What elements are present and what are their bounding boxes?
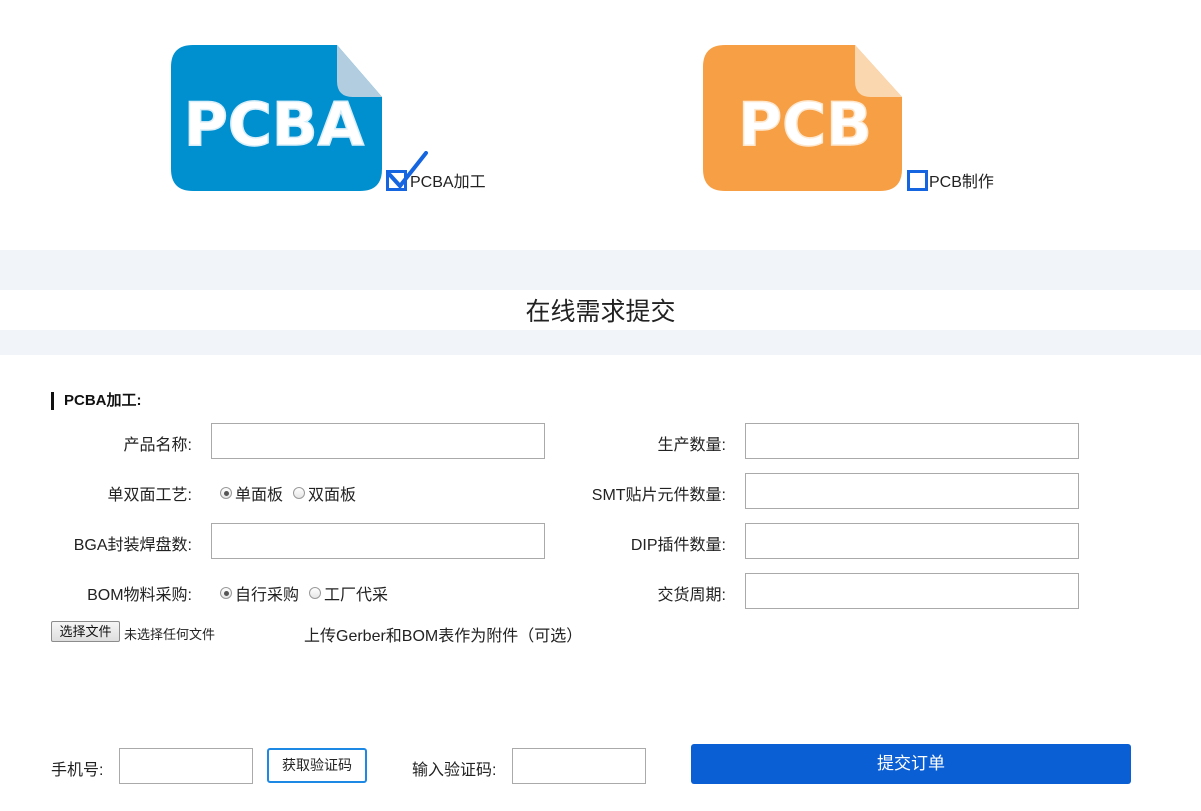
file-status-text: 未选择任何文件 xyxy=(124,627,216,642)
process-option-double[interactable]: 双面板 xyxy=(293,481,356,505)
bom-label: BOM物料采购: xyxy=(87,587,192,604)
pcb-service-label: PCB制作 xyxy=(929,174,994,191)
quantity-input[interactable] xyxy=(745,423,1079,459)
product-name-input[interactable] xyxy=(211,423,545,459)
smt-count-input[interactable] xyxy=(745,473,1079,509)
bom-option-self[interactable]: 自行采购 xyxy=(220,581,299,605)
bga-count-label: BGA封装焊盘数: xyxy=(73,537,192,554)
radio-button[interactable] xyxy=(220,487,232,499)
bom-radio-group: 自行采购 工厂代采 xyxy=(220,581,398,605)
dip-count-input[interactable] xyxy=(745,523,1079,559)
bom-option-factory[interactable]: 工厂代采 xyxy=(309,581,388,605)
process-option-single[interactable]: 单面板 xyxy=(220,481,283,505)
quantity-label: 生产数量: xyxy=(657,437,726,454)
phone-label: 手机号: xyxy=(51,762,104,779)
section-title: 在线需求提交 xyxy=(525,298,676,326)
pcb-service-checkbox[interactable]: PCB制作 xyxy=(907,168,994,192)
form-group-title: PCBA加工: xyxy=(51,392,142,410)
checkmark-icon xyxy=(388,150,428,189)
pcb-logo-text: PCB xyxy=(738,90,872,160)
pcba-service-checkbox[interactable]: PCBA加工 xyxy=(386,150,486,192)
radio-button[interactable] xyxy=(293,487,306,499)
smt-count-label: SMT贴片元件数量: xyxy=(591,487,726,504)
dip-count-label: DIP插件数量: xyxy=(630,537,726,554)
process-radio-group: 单面板 双面板 xyxy=(220,481,366,505)
divider-band xyxy=(0,330,1201,355)
submit-order-button[interactable]: 提交订单 xyxy=(691,744,1131,784)
radio-button[interactable] xyxy=(220,587,232,599)
radio-button[interactable] xyxy=(309,587,322,599)
choose-file-button[interactable]: 选择文件 xyxy=(51,621,120,642)
pcba-service-card[interactable]: PCBA xyxy=(171,45,382,191)
pcb-logo-icon: PCB xyxy=(703,45,902,191)
product-name-label: 产品名称: xyxy=(123,437,192,454)
code-label: 输入验证码: xyxy=(412,762,497,779)
phone-input[interactable] xyxy=(119,748,253,784)
delivery-label: 交货周期: xyxy=(657,587,726,604)
pcba-logo-icon: PCBA xyxy=(171,45,382,191)
checkbox-box[interactable] xyxy=(386,150,428,191)
checkbox-box[interactable] xyxy=(907,169,928,191)
upload-hint: 上传Gerber和BOM表作为附件（可选） xyxy=(304,628,583,645)
get-code-button[interactable]: 获取验证码 xyxy=(267,748,367,783)
pcba-logo-text: PCBA xyxy=(184,90,365,160)
bga-count-input[interactable] xyxy=(211,523,545,559)
code-input[interactable] xyxy=(512,748,646,784)
divider-band xyxy=(0,250,1201,290)
process-label: 单双面工艺: xyxy=(107,487,192,504)
delivery-input[interactable] xyxy=(745,573,1079,609)
pcb-service-card[interactable]: PCB xyxy=(703,45,902,191)
